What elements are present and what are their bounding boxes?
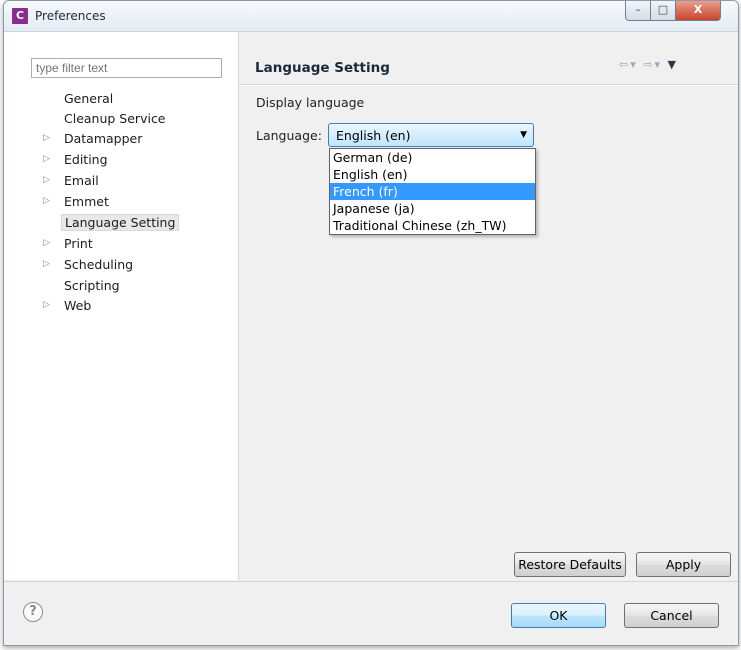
- expand-arrow-icon[interactable]: ▷: [43, 133, 50, 143]
- language-option-traditional-chinese[interactable]: Traditional Chinese (zh_TW): [330, 217, 535, 234]
- tree-item-emmet[interactable]: ▷ Emmet: [4, 192, 238, 212]
- back-menu-chevron-icon[interactable]: ▾: [630, 58, 638, 71]
- dialog-footer: ? OK Cancel: [4, 581, 738, 645]
- tree-item-general[interactable]: General: [4, 89, 238, 109]
- page-navigation: ⇦▾ ⇨▾ ▼: [619, 58, 678, 71]
- close-button[interactable]: X: [675, 1, 721, 21]
- tree-item-label: Scheduling: [64, 257, 134, 272]
- language-option-french[interactable]: French (fr): [330, 183, 535, 200]
- preferences-tree-pane: General Cleanup Service ▷ Datamapper ▷ E…: [4, 32, 239, 580]
- tree-item-label: Editing: [64, 152, 108, 167]
- restore-defaults-button[interactable]: Restore Defaults: [514, 552, 626, 577]
- expand-arrow-icon[interactable]: ▷: [43, 259, 50, 269]
- title-bar[interactable]: C Preferences – □ X: [4, 1, 738, 32]
- language-dropdown-list: German (de) English (en) French (fr) Jap…: [329, 148, 536, 235]
- back-arrow-icon[interactable]: ⇦: [619, 58, 630, 71]
- tree-item-label: Web: [64, 298, 92, 313]
- filter-input[interactable]: [31, 58, 222, 78]
- tree-item-label: Scripting: [64, 278, 120, 293]
- cancel-button[interactable]: Cancel: [624, 603, 719, 628]
- tree-item-cleanup-service[interactable]: Cleanup Service: [4, 109, 238, 129]
- tree-item-scheduling[interactable]: ▷ Scheduling: [4, 255, 238, 275]
- preference-page: Language Setting ⇦▾ ⇨▾ ▼ Display languag…: [239, 32, 738, 580]
- minimize-button[interactable]: –: [625, 1, 651, 21]
- title-divider: [239, 84, 738, 86]
- preferences-window: C Preferences – □ X General Cleanup Serv…: [3, 0, 739, 646]
- tree-item-web[interactable]: ▷ Web: [4, 296, 238, 316]
- forward-arrow-icon[interactable]: ⇨: [643, 58, 654, 71]
- page-title: Language Setting: [255, 60, 390, 76]
- tree-item-scripting[interactable]: Scripting: [4, 276, 238, 296]
- apply-button[interactable]: Apply: [636, 552, 731, 577]
- language-option-japanese[interactable]: Japanese (ja): [330, 200, 535, 217]
- tree-item-language-setting[interactable]: Language Setting: [4, 213, 238, 233]
- expand-arrow-icon[interactable]: ▷: [43, 196, 50, 206]
- language-option-english[interactable]: English (en): [330, 166, 535, 183]
- tree-item-label: Print: [64, 236, 93, 251]
- tree-item-email[interactable]: ▷ Email: [4, 171, 238, 191]
- tree-item-label: General: [64, 91, 114, 106]
- expand-arrow-icon[interactable]: ▷: [43, 154, 50, 164]
- display-language-heading: Display language: [256, 95, 365, 110]
- tree-item-label: Language Setting: [61, 214, 180, 231]
- language-select-value: English (en): [336, 128, 411, 143]
- language-option-german[interactable]: German (de): [330, 149, 535, 166]
- help-icon[interactable]: ?: [23, 602, 43, 622]
- tree-item-label: Email: [64, 173, 99, 188]
- tree-item-editing[interactable]: ▷ Editing: [4, 150, 238, 170]
- tree-item-datamapper[interactable]: ▷ Datamapper: [4, 129, 238, 149]
- ok-button[interactable]: OK: [511, 603, 606, 628]
- expand-arrow-icon[interactable]: ▷: [43, 238, 50, 248]
- tree-item-label: Cleanup Service: [64, 111, 166, 126]
- app-icon: C: [12, 8, 28, 24]
- view-menu-icon[interactable]: ▼: [668, 58, 678, 71]
- expand-arrow-icon[interactable]: ▷: [43, 175, 50, 185]
- window-title: Preferences: [35, 9, 106, 23]
- tree-item-label: Emmet: [64, 194, 109, 209]
- dropdown-arrow-icon[interactable]: ▼: [520, 130, 527, 140]
- tree-item-label: Datamapper: [64, 131, 143, 146]
- maximize-button[interactable]: □: [650, 1, 676, 21]
- language-select[interactable]: English (en) ▼: [328, 123, 534, 147]
- forward-menu-chevron-icon[interactable]: ▾: [654, 58, 662, 71]
- tree-item-print[interactable]: ▷ Print: [4, 234, 238, 254]
- expand-arrow-icon[interactable]: ▷: [43, 300, 50, 310]
- language-label: Language:: [256, 128, 322, 143]
